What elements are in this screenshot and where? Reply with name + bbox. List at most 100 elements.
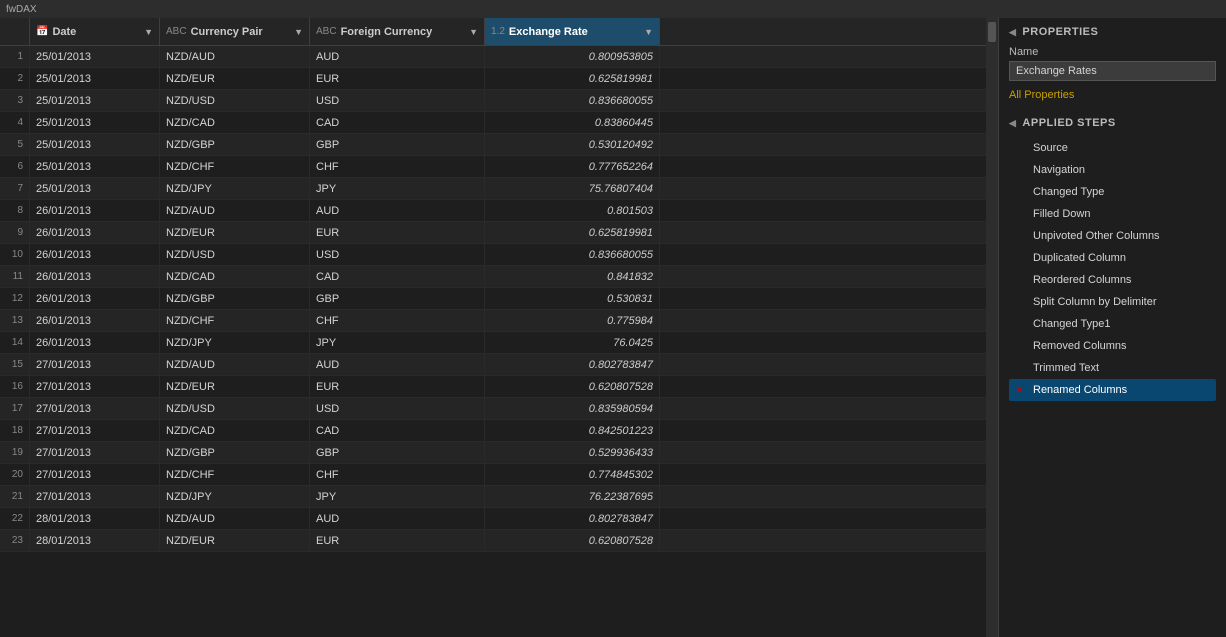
cell-row-num: 12 (0, 288, 30, 309)
cell-date: 27/01/2013 (30, 376, 160, 397)
cell-rate: 0.802783847 (485, 354, 660, 375)
table-row[interactable]: 1827/01/2013NZD/CADCAD0.842501223 (0, 420, 986, 442)
cell-row-num: 15 (0, 354, 30, 375)
cell-foreign: EUR (310, 376, 485, 397)
table-row[interactable]: 1126/01/2013NZD/CADCAD0.841832 (0, 266, 986, 288)
cell-rate: 0.625819981 (485, 222, 660, 243)
cell-pair: NZD/USD (160, 90, 310, 111)
scrollbar-thumb (988, 22, 996, 42)
cell-rate: 0.530831 (485, 288, 660, 309)
cell-row-num: 11 (0, 266, 30, 287)
table-row[interactable]: 1326/01/2013NZD/CHFCHF0.775984 (0, 310, 986, 332)
table-row[interactable]: 1226/01/2013NZD/GBPGBP0.530831 (0, 288, 986, 310)
cell-rate: 0.530120492 (485, 134, 660, 155)
applied-steps-arrow: ◀ (1009, 118, 1016, 129)
cell-rate: 0.529936433 (485, 442, 660, 463)
cell-rate: 0.836680055 (485, 90, 660, 111)
col-header-rate[interactable]: 1.2Exchange Rate▼ (485, 18, 660, 45)
table-row[interactable]: 1927/01/2013NZD/GBPGBP0.529936433 (0, 442, 986, 464)
col-header-date[interactable]: 📅Date▼ (30, 18, 160, 45)
cell-foreign: CHF (310, 310, 485, 331)
step-item-duplicated-col[interactable]: Duplicated Column (1009, 247, 1216, 269)
table-row[interactable]: 125/01/2013NZD/AUDAUD0.800953805 (0, 46, 986, 68)
col-type-icon-foreign: ABC (316, 26, 337, 37)
table-area: 📅Date▼ABCCurrency Pair▼ABCForeign Curren… (0, 18, 986, 637)
cell-pair: NZD/JPY (160, 178, 310, 199)
table-row[interactable]: 1727/01/2013NZD/USDUSD0.835980594 (0, 398, 986, 420)
table-row[interactable]: 1026/01/2013NZD/USDUSD0.836680055 (0, 244, 986, 266)
table-row[interactable]: 325/01/2013NZD/USDUSD0.836680055 (0, 90, 986, 112)
cell-foreign: AUD (310, 46, 485, 67)
cell-row-num: 21 (0, 486, 30, 507)
table-header: 📅Date▼ABCCurrency Pair▼ABCForeign Curren… (0, 18, 986, 46)
table-row[interactable]: 1627/01/2013NZD/EUREUR0.620807528 (0, 376, 986, 398)
col-dropdown-rate[interactable]: ▼ (644, 27, 653, 37)
step-item-navigation[interactable]: Navigation (1009, 159, 1216, 181)
table-row[interactable]: 1527/01/2013NZD/AUDAUD0.802783847 (0, 354, 986, 376)
step-item-removed-cols[interactable]: Removed Columns (1009, 335, 1216, 357)
cell-pair: NZD/GBP (160, 442, 310, 463)
col-dropdown-date[interactable]: ▼ (144, 27, 153, 37)
step-item-trimmed-text[interactable]: Trimmed Text (1009, 357, 1216, 379)
cell-pair: NZD/GBP (160, 134, 310, 155)
table-row[interactable]: 826/01/2013NZD/AUDAUD0.801503 (0, 200, 986, 222)
table-row[interactable]: 425/01/2013NZD/CADCAD0.83860445 (0, 112, 986, 134)
step-item-filled-down[interactable]: Filled Down (1009, 203, 1216, 225)
table-row[interactable]: 625/01/2013NZD/CHFCHF0.777652264 (0, 156, 986, 178)
col-dropdown-pair[interactable]: ▼ (294, 27, 303, 37)
step-item-renamed-cols[interactable]: ✕Renamed Columns (1009, 379, 1216, 401)
cell-foreign: JPY (310, 178, 485, 199)
side-panel: ◀ PROPERTIES Name All Properties ◀ APPLI… (998, 18, 1226, 637)
cell-pair: NZD/AUD (160, 508, 310, 529)
col-type-icon-pair: ABC (166, 26, 187, 37)
all-properties-link[interactable]: All Properties (1009, 89, 1216, 101)
table-row[interactable]: 725/01/2013NZD/JPYJPY75.76807404 (0, 178, 986, 200)
step-label: Changed Type1 (1033, 318, 1110, 330)
applied-steps-section: ◀ APPLIED STEPS SourceNavigationChanged … (1009, 117, 1216, 401)
table-body[interactable]: 125/01/2013NZD/AUDAUD0.800953805225/01/2… (0, 46, 986, 637)
cell-rate: 0.777652264 (485, 156, 660, 177)
title-bar: fwDAX (0, 0, 1226, 18)
step-label: Duplicated Column (1033, 252, 1126, 264)
table-row[interactable]: 225/01/2013NZD/EUREUR0.625819981 (0, 68, 986, 90)
cell-foreign: CAD (310, 112, 485, 133)
cell-rate: 75.76807404 (485, 178, 660, 199)
col-header-pair[interactable]: ABCCurrency Pair▼ (160, 18, 310, 45)
side-content: ◀ PROPERTIES Name All Properties ◀ APPLI… (999, 18, 1226, 637)
table-row[interactable]: 2127/01/2013NZD/JPYJPY76.22387695 (0, 486, 986, 508)
cell-row-num: 3 (0, 90, 30, 111)
cell-foreign: AUD (310, 354, 485, 375)
side-scrollbar[interactable] (986, 18, 998, 637)
col-header-foreign[interactable]: ABCForeign Currency▼ (310, 18, 485, 45)
cell-date: 26/01/2013 (30, 310, 160, 331)
cell-date: 26/01/2013 (30, 200, 160, 221)
cell-rate: 0.620807528 (485, 530, 660, 551)
cell-foreign: CHF (310, 156, 485, 177)
cell-foreign: USD (310, 398, 485, 419)
cell-pair: NZD/GBP (160, 288, 310, 309)
cell-foreign: AUD (310, 200, 485, 221)
name-input[interactable] (1009, 61, 1216, 81)
table-row[interactable]: 926/01/2013NZD/EUREUR0.625819981 (0, 222, 986, 244)
step-item-split-col[interactable]: Split Column by Delimiter (1009, 291, 1216, 313)
cell-rate: 0.801503 (485, 200, 660, 221)
step-item-source[interactable]: Source (1009, 137, 1216, 159)
step-item-reordered-cols[interactable]: Reordered Columns (1009, 269, 1216, 291)
col-label-rate: Exchange Rate (509, 26, 588, 38)
table-row[interactable]: 2228/01/2013NZD/AUDAUD0.802783847 (0, 508, 986, 530)
cell-rate: 76.22387695 (485, 486, 660, 507)
cell-row-num: 20 (0, 464, 30, 485)
cell-row-num: 9 (0, 222, 30, 243)
table-row[interactable]: 525/01/2013NZD/GBPGBP0.530120492 (0, 134, 986, 156)
col-dropdown-foreign[interactable]: ▼ (469, 27, 478, 37)
step-item-changed-type[interactable]: Changed Type (1009, 181, 1216, 203)
cell-date: 26/01/2013 (30, 222, 160, 243)
table-row[interactable]: 1426/01/2013NZD/JPYJPY76.0425 (0, 332, 986, 354)
step-item-changed-type1[interactable]: Changed Type1 (1009, 313, 1216, 335)
cell-foreign: GBP (310, 442, 485, 463)
table-row[interactable]: 2328/01/2013NZD/EUREUR0.620807528 (0, 530, 986, 552)
cell-date: 25/01/2013 (30, 134, 160, 155)
table-row[interactable]: 2027/01/2013NZD/CHFCHF0.774845302 (0, 464, 986, 486)
cell-date: 27/01/2013 (30, 354, 160, 375)
step-item-unpivoted[interactable]: Unpivoted Other Columns (1009, 225, 1216, 247)
